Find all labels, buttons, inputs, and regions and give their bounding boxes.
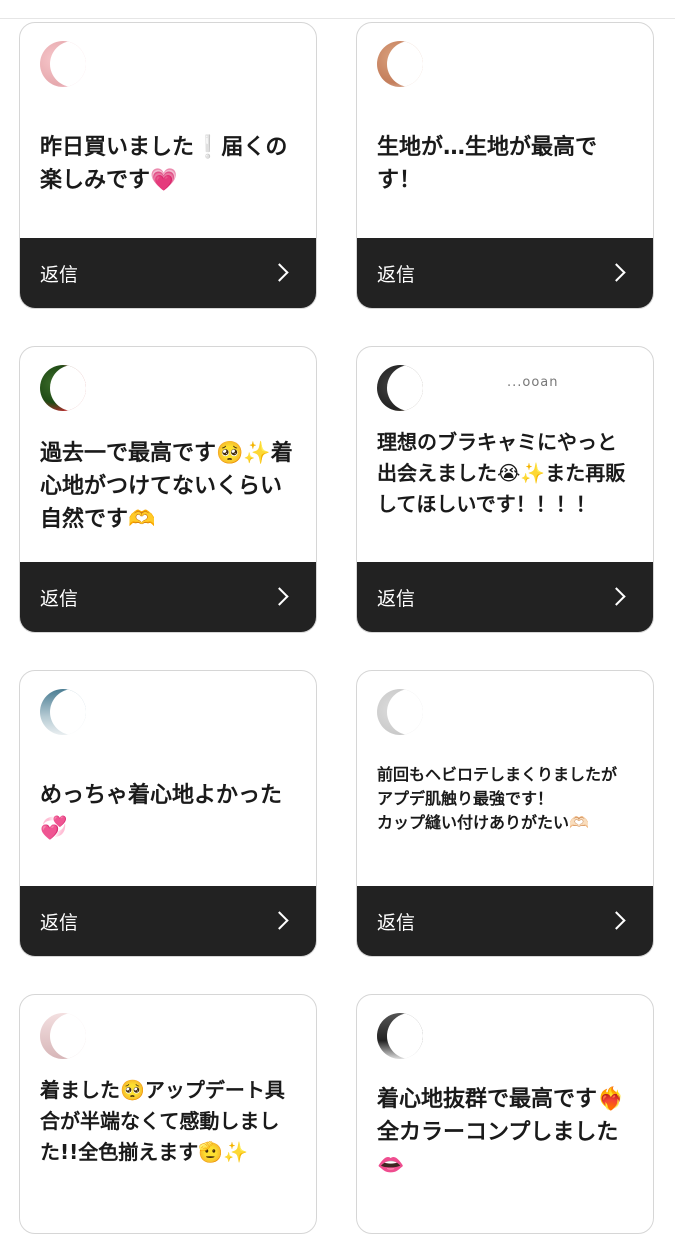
avatar[interactable]: [40, 1013, 86, 1059]
avatar[interactable]: [377, 1013, 423, 1059]
avatar[interactable]: [377, 689, 423, 735]
avatar[interactable]: [377, 365, 423, 411]
reply-label: 返信: [377, 912, 416, 934]
reply-button[interactable]: 返信: [20, 562, 316, 632]
comment-text: 過去一で最高です🥺✨着心地がつけてないくらい自然です🫶: [40, 441, 293, 532]
comment-card: 着心地抜群で最高です❤️‍🔥全カラーコンプしました👄: [356, 994, 654, 1234]
reply-button[interactable]: 返信: [357, 238, 653, 308]
comment-card: めっちゃ着心地よかった💞 返信: [19, 670, 317, 957]
comment-card: 着ました🥺アップデート具合が半端なくて感動しました!!全色揃えます🫡✨: [19, 994, 317, 1234]
comment-text: 前回もヘビロテしまくりましたが アプデ肌触り最強です！ カップ縫い付けありがたい…: [377, 765, 618, 832]
avatar[interactable]: [40, 365, 86, 411]
chevron-right-icon: [270, 587, 289, 606]
reply-button[interactable]: 返信: [357, 562, 653, 632]
comment-card: 昨日買いました❕届くの楽しみです💗 返信: [19, 22, 317, 309]
reply-label: 返信: [40, 264, 79, 286]
comment-text: 理想のブラキャミにやっと出会えました😭✨また再販してほしいです！！！！: [377, 430, 626, 516]
top-divider: [0, 18, 675, 19]
reply-button[interactable]: 返信: [20, 886, 316, 956]
comment-text: 昨日買いました❕届くの楽しみです💗: [40, 135, 288, 193]
reply-label: 返信: [377, 264, 416, 286]
comment-text: めっちゃ着心地よかった💞: [40, 783, 283, 841]
avatar[interactable]: [40, 41, 86, 87]
chevron-right-icon: [607, 263, 626, 282]
chevron-right-icon: [607, 587, 626, 606]
comment-card: 過去一で最高です🥺✨着心地がつけてないくらい自然です🫶 返信: [19, 346, 317, 633]
comment-text: 生地が…生地が最高です！: [377, 135, 598, 193]
comment-card: ...ooan 理想のブラキャミにやっと出会えました😭✨また再販してほしいです！…: [356, 346, 654, 633]
reply-button[interactable]: 返信: [357, 886, 653, 956]
reply-label: 返信: [40, 588, 79, 610]
chevron-right-icon: [607, 911, 626, 930]
chevron-right-icon: [270, 263, 289, 282]
username[interactable]: ...ooan: [507, 375, 559, 390]
chevron-right-icon: [270, 911, 289, 930]
reply-button[interactable]: 返信: [20, 238, 316, 308]
comment-card: 生地が…生地が最高です！ 返信: [356, 22, 654, 309]
comment-text: 着ました🥺アップデート具合が半端なくて感動しました!!全色揃えます🫡✨: [40, 1078, 285, 1164]
avatar[interactable]: [40, 689, 86, 735]
reply-label: 返信: [377, 588, 416, 610]
avatar[interactable]: [377, 41, 423, 87]
comment-card: 前回もヘビロテしまくりましたが アプデ肌触り最強です！ カップ縫い付けありがたい…: [356, 670, 654, 957]
reply-label: 返信: [40, 912, 79, 934]
comment-text: 着心地抜群で最高です❤️‍🔥全カラーコンプしました👄: [377, 1087, 625, 1178]
